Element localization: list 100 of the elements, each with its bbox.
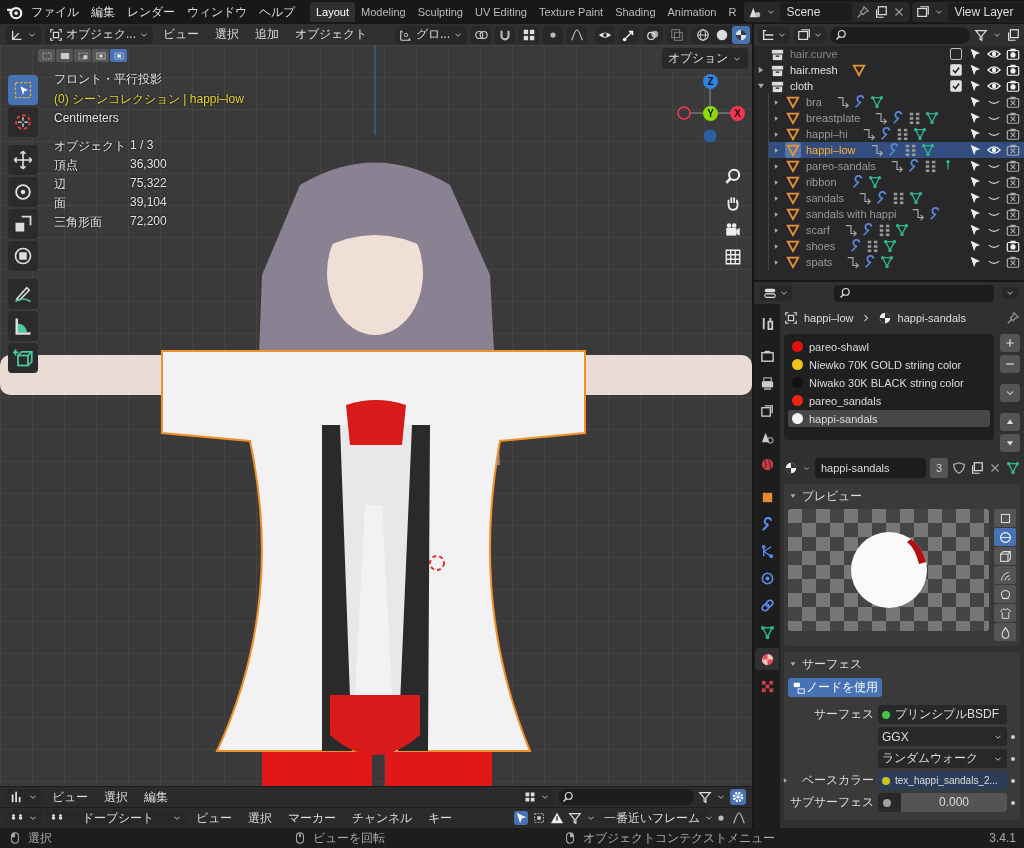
collection-name[interactable]: hair.mesh: [790, 64, 838, 76]
dropdown-field[interactable]: ランダムウォーク: [878, 749, 1007, 768]
field-label: サブサーフェス: [790, 794, 874, 811]
field-label: サーフェス: [814, 706, 874, 723]
panel-title[interactable]: プレビュー: [802, 487, 862, 505]
breadcrumb-object[interactable]: happi–low: [804, 312, 854, 324]
axis-label[interactable]: X: [730, 106, 745, 121]
outliner-row[interactable]: pareo-sandals: [769, 158, 1024, 174]
view-layer-field[interactable]: View Layer: [948, 3, 1024, 21]
object-name: happi–low: [806, 144, 856, 156]
menu-item[interactable]: ファイル: [26, 0, 84, 24]
view-layer-selector[interactable]: View Layer: [912, 2, 1024, 22]
material-slot[interactable]: pareo-shawl: [788, 338, 990, 355]
menu-item[interactable]: ヘルプ: [254, 0, 300, 24]
options-dropdown[interactable]: オプション: [662, 48, 748, 69]
outliner-row[interactable]: shoes: [769, 238, 1024, 254]
view-name-label: フロント・平行投影: [54, 71, 163, 88]
workspace-tab[interactable]: Modeling: [355, 2, 412, 22]
scene-selector[interactable]: Scene: [744, 2, 911, 22]
outliner-row[interactable]: happi–low: [769, 142, 1024, 158]
collection-label: (0) シーンコレクション | happi–low: [54, 91, 244, 108]
menu-item[interactable]: 編集: [138, 787, 174, 807]
axis-label[interactable]: Z: [703, 74, 718, 89]
material-slot[interactable]: pareo_sandals: [788, 392, 990, 409]
menu-item[interactable]: ウィンドウ: [182, 0, 252, 24]
stat-value: 36,300: [130, 157, 168, 173]
menu-item[interactable]: 選択: [98, 787, 134, 807]
breadcrumb-material[interactable]: happi-sandals: [897, 312, 967, 324]
outliner-row[interactable]: happi–hi: [769, 126, 1024, 142]
stat-label: 辺: [54, 176, 67, 193]
panel-title[interactable]: サーフェス: [802, 655, 862, 673]
menu-item[interactable]: 編集: [86, 0, 120, 24]
object-name: shoes: [806, 240, 836, 252]
workspace-tab[interactable]: Animation: [661, 2, 723, 22]
axis-label[interactable]: Y: [703, 106, 718, 121]
object-name: sandals with happi: [806, 208, 897, 220]
material-slot[interactable]: Niewko 70K GOLD striing color: [788, 356, 990, 373]
object-name: pareo-sandals: [806, 160, 876, 172]
texture-link-field[interactable]: tex_happi_sandals_2...: [878, 771, 1007, 790]
scene-name-field[interactable]: Scene: [780, 3, 853, 21]
menu-item[interactable]: 選択: [242, 808, 278, 828]
outliner-row[interactable]: sandals: [769, 190, 1024, 206]
menu-item[interactable]: 選択: [209, 24, 245, 45]
menu-item[interactable]: ビュー: [157, 24, 205, 45]
snap-dropdown[interactable]: 一番近いフレーム: [600, 809, 710, 827]
material-name-field[interactable]: happi-sandals: [815, 458, 926, 478]
object-name: sandals: [806, 192, 844, 204]
number-field[interactable]: 0.000: [878, 793, 1007, 812]
outliner-row[interactable]: scarf: [769, 222, 1024, 238]
workspace-tab[interactable]: R: [722, 2, 743, 22]
orientation-dropdown[interactable]: グロ...: [395, 25, 468, 44]
status-hint: 選択: [28, 829, 52, 847]
collection-name[interactable]: hair.curve: [790, 48, 838, 60]
shader-field[interactable]: プリンシプルBSDF: [878, 705, 1007, 724]
outliner-row[interactable]: spats: [769, 254, 1024, 270]
workspace-tab[interactable]: Texture Paint: [532, 2, 610, 22]
stat-value: 75,322: [130, 176, 168, 192]
menu-item[interactable]: ビュー: [190, 808, 238, 828]
material-slot-list[interactable]: pareo-shawl Niewko 70K GOLD striing color Niwako 30K BLACK string color pareo_sandals happi-sandals: [784, 334, 994, 440]
workspace-tab[interactable]: Sculpting: [411, 2, 469, 22]
object-name: breastplate: [806, 112, 861, 124]
mode-dropdown[interactable]: オブジェク...: [45, 25, 153, 44]
outliner-row[interactable]: ribbon: [769, 174, 1024, 190]
collection-name[interactable]: cloth: [790, 80, 814, 92]
menu-item[interactable]: ビュー: [46, 787, 94, 807]
object-name: scarf: [806, 224, 830, 236]
outliner-row[interactable]: bra: [769, 94, 1024, 110]
outliner-row[interactable]: breastplate: [769, 110, 1024, 126]
units-label: Centimeters: [54, 111, 120, 125]
menu-item[interactable]: キー: [422, 808, 458, 828]
object-name: bra: [806, 96, 822, 108]
stat-value: 39,104: [130, 195, 168, 211]
material-slot[interactable]: happi-sandals: [788, 410, 990, 427]
workspace-tab[interactable]: Shading: [609, 2, 662, 22]
use-nodes-button[interactable]: ノードを使用: [788, 678, 882, 697]
dope-sheet-mode-dropdown[interactable]: ドープシート: [46, 809, 186, 827]
stat-label: オブジェクト: [54, 138, 127, 155]
workspace-tab[interactable]: Layout: [310, 2, 356, 22]
object-name: happi–hi: [806, 128, 848, 140]
object-name: spats: [806, 256, 833, 268]
status-hint: ビューを回転: [313, 829, 385, 847]
stat-label: 面: [54, 195, 67, 212]
outliner-row[interactable]: sandals with happi: [769, 206, 1024, 222]
status-hint: オブジェクトコンテクストメニュー: [583, 829, 775, 847]
menu-item[interactable]: レンダー: [122, 0, 180, 24]
object-name: ribbon: [806, 176, 837, 188]
material-slot[interactable]: Niwako 30K BLACK string color: [788, 374, 990, 391]
field-label: ベースカラー: [802, 772, 874, 789]
user-count[interactable]: 3: [929, 458, 948, 478]
menu-item[interactable]: マーカー: [282, 808, 342, 828]
version-label: 3.4.1: [989, 831, 1016, 845]
workspace-tab[interactable]: UV Editing: [468, 2, 533, 22]
menu-item[interactable]: オブジェクト: [289, 24, 373, 45]
menu-item[interactable]: チャンネル: [346, 808, 418, 828]
menu-item[interactable]: 追加: [249, 24, 285, 45]
stat-label: 頂点: [54, 157, 79, 174]
stat-label: 三角形面: [54, 214, 103, 231]
stat-value: 1 / 3: [130, 138, 155, 154]
dropdown-field[interactable]: GGX: [878, 727, 1007, 746]
stat-value: 72,200: [130, 214, 168, 230]
